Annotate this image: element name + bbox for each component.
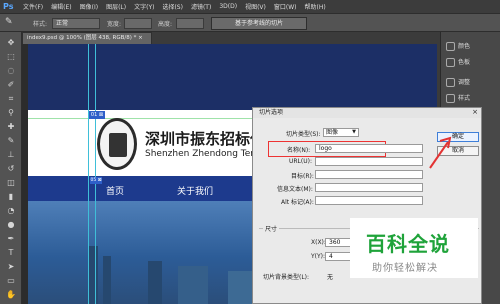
target-field[interactable] bbox=[315, 170, 423, 179]
slice-bg-type-value[interactable]: 无 bbox=[327, 272, 333, 281]
brush-tool-icon[interactable]: ✎ bbox=[5, 136, 17, 145]
menu-3d[interactable]: 3D(D) bbox=[215, 3, 241, 10]
url-label: URL(U): bbox=[289, 158, 312, 165]
quick-select-tool-icon[interactable]: ✐ bbox=[5, 80, 17, 89]
building bbox=[148, 261, 162, 304]
eyedropper-tool-icon[interactable]: ⚲ bbox=[5, 108, 17, 117]
shape-tool-icon[interactable]: ▭ bbox=[5, 276, 17, 285]
guide-line[interactable] bbox=[88, 44, 89, 304]
type-tool-icon[interactable]: T bbox=[5, 248, 17, 257]
styles-icon bbox=[446, 94, 455, 103]
message-text-field[interactable] bbox=[315, 183, 423, 192]
url-field[interactable] bbox=[315, 157, 423, 166]
dock-styles[interactable]: 样式 bbox=[443, 92, 499, 106]
building bbox=[88, 246, 98, 304]
menu-select[interactable]: 选择(S) bbox=[158, 2, 187, 11]
height-label: 高度: bbox=[158, 21, 173, 28]
slice-tool-icon[interactable]: ✎ bbox=[5, 17, 13, 27]
x-label: X(X): bbox=[311, 239, 326, 246]
move-tool-icon[interactable]: ✥ bbox=[5, 38, 17, 47]
style-value: 正常 bbox=[56, 20, 69, 27]
pen-tool-icon[interactable]: ✒ bbox=[5, 234, 17, 243]
history-brush-icon[interactable]: ↺ bbox=[5, 164, 17, 173]
swatches-icon bbox=[446, 58, 455, 67]
watermark-title: 百科全说 bbox=[366, 232, 450, 256]
alt-tag-label: Alt 标记(A): bbox=[281, 199, 314, 206]
nav-home[interactable]: 首页 bbox=[106, 184, 124, 197]
company-name-cn: 深圳市振东招标代 bbox=[145, 130, 266, 148]
menu-help[interactable]: 帮助(H) bbox=[301, 2, 330, 11]
logo-emblem bbox=[109, 133, 127, 157]
slices-from-guides-button[interactable]: 基于参考线的切片 bbox=[211, 17, 307, 30]
chevron-down-icon: ▼ bbox=[352, 129, 356, 135]
slice-type-label: 切片类型(S): bbox=[286, 131, 321, 138]
color-icon bbox=[446, 42, 455, 51]
slice-number-badge[interactable]: 05 ⊠ bbox=[90, 177, 102, 184]
y-label: Y(Y): bbox=[311, 253, 326, 260]
dialog-title: 切片选项 bbox=[253, 108, 481, 118]
watermark-subtitle: 助你轻松解决 bbox=[372, 263, 438, 274]
width-label: 宽度: bbox=[107, 21, 122, 28]
menu-filter[interactable]: 滤镜(T) bbox=[187, 2, 215, 11]
menu-file[interactable]: 文件(F) bbox=[19, 2, 47, 11]
slice-bg-type-label: 切片背景类型(L): bbox=[263, 274, 310, 281]
slice-number-badge[interactable]: 01 ⊠ bbox=[89, 111, 105, 119]
options-bar: ✎ 样式: 正常 宽度: 高度: 基于参考线的切片 bbox=[0, 13, 500, 32]
menu-type[interactable]: 文字(Y) bbox=[130, 2, 158, 11]
nav-about[interactable]: 关于我们 bbox=[177, 184, 213, 197]
gradient-tool-icon[interactable]: ▮ bbox=[5, 192, 17, 201]
name-field[interactable]: logo bbox=[315, 144, 423, 153]
alt-tag-field[interactable] bbox=[315, 196, 423, 205]
path-select-icon[interactable]: ➤ bbox=[5, 262, 17, 271]
eraser-tool-icon[interactable]: ◫ bbox=[5, 178, 17, 187]
style-label: 样式: bbox=[33, 21, 48, 28]
photoshop-logo: Ps bbox=[3, 1, 14, 11]
menu-view[interactable]: 视图(V) bbox=[241, 2, 270, 11]
stamp-tool-icon[interactable]: ⊥ bbox=[5, 150, 17, 159]
guide-line[interactable] bbox=[95, 44, 96, 304]
marquee-tool-icon[interactable]: ⬚ bbox=[5, 52, 17, 61]
slice-type-value: 图像 bbox=[326, 129, 339, 136]
name-label: 名称(N): bbox=[287, 147, 311, 154]
slice-type-select[interactable]: 图像 ▼ bbox=[323, 128, 359, 137]
building bbox=[103, 256, 111, 304]
crop-tool-icon[interactable]: ⌗ bbox=[5, 94, 17, 103]
menu-layer[interactable]: 图层(L) bbox=[102, 2, 130, 11]
height-input[interactable] bbox=[176, 18, 204, 29]
red-arrow-icon bbox=[429, 136, 452, 169]
building bbox=[178, 266, 208, 304]
dodge-tool-icon[interactable]: ● bbox=[5, 220, 17, 229]
style-select[interactable]: 正常 bbox=[52, 18, 100, 29]
hand-tool-icon[interactable]: ✋ bbox=[5, 290, 17, 299]
dock-color[interactable]: 颜色 bbox=[443, 40, 499, 54]
tools-panel: ✥ ⬚ ◌ ✐ ⌗ ⚲ ✚ ✎ ⊥ ↺ ◫ ▮ ◔ ● ✒ T ➤ ▭ ✋ bbox=[0, 32, 22, 304]
target-label: 目标(R): bbox=[291, 173, 314, 180]
menu-edit[interactable]: 编辑(E) bbox=[47, 2, 75, 11]
document-tab[interactable]: index9.psd @ 100% (图层 438, RGB/8) * × bbox=[22, 32, 152, 44]
healing-tool-icon[interactable]: ✚ bbox=[5, 122, 17, 131]
dock-swatches[interactable]: 色板 bbox=[443, 56, 499, 70]
adjustments-icon bbox=[446, 78, 455, 87]
menu-image[interactable]: 图像(I) bbox=[76, 2, 102, 11]
width-input[interactable] bbox=[124, 18, 152, 29]
menu-bar: Ps 文件(F) 编辑(E) 图像(I) 图层(L) 文字(Y) 选择(S) 滤… bbox=[0, 0, 500, 13]
menu-window[interactable]: 窗口(W) bbox=[270, 2, 301, 11]
dock-adjustments[interactable]: 调整 bbox=[443, 76, 499, 90]
lasso-tool-icon[interactable]: ◌ bbox=[5, 66, 17, 75]
company-name-en: Shenzhen Zhendong Tend bbox=[145, 149, 262, 159]
close-icon[interactable]: × bbox=[472, 108, 478, 116]
blur-tool-icon[interactable]: ◔ bbox=[5, 206, 17, 215]
message-text-label: 信息文本(M): bbox=[277, 186, 313, 193]
dimensions-label: 尺寸 bbox=[263, 224, 280, 233]
canvas-top-strip bbox=[28, 44, 437, 110]
